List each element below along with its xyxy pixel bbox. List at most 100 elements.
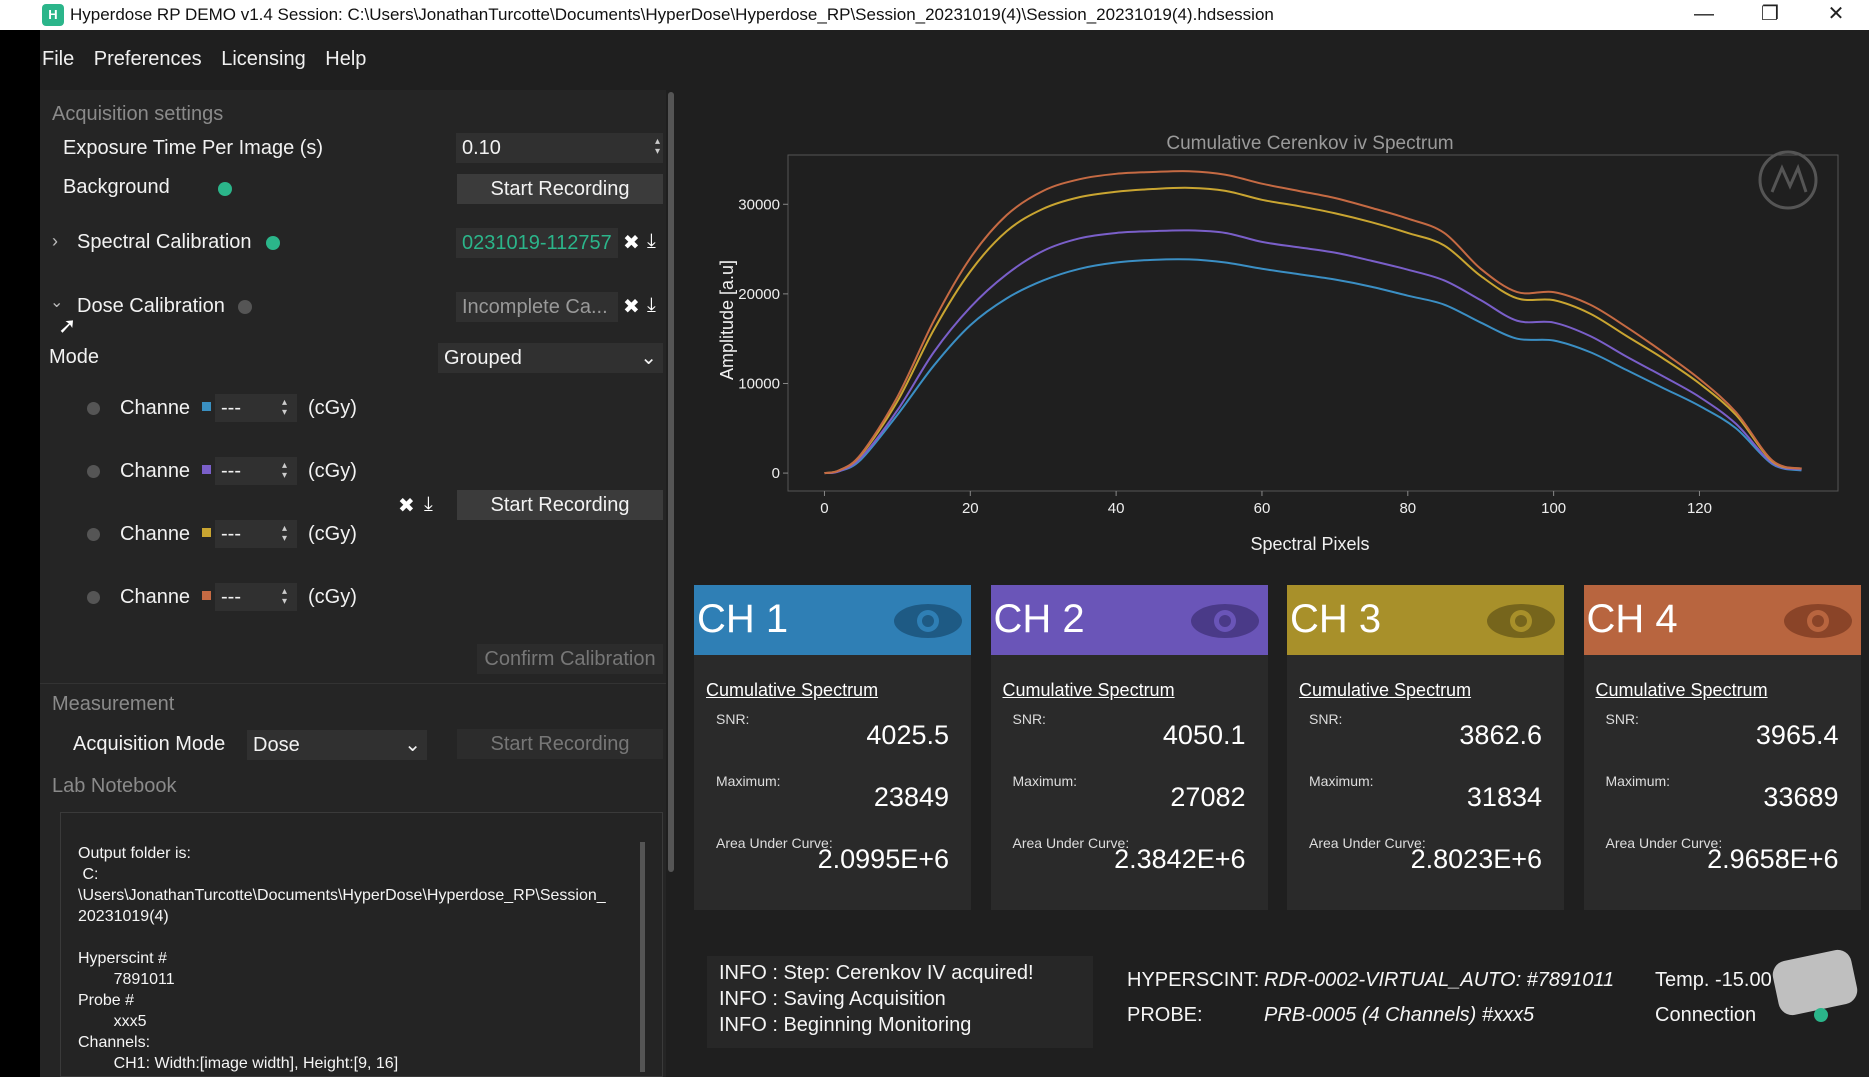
snr-value: 3965.4 <box>1755 720 1839 750</box>
channel-card-header: CH 3 <box>1287 585 1564 655</box>
x-tick-label: 20 <box>962 500 979 517</box>
chevron-down-icon: ⌄ <box>404 734 421 756</box>
x-tick-label: 0 <box>820 500 828 517</box>
spin-arrows-icon[interactable]: ▴ ▾ <box>282 461 287 481</box>
snr-label: SNR: <box>1309 711 1343 727</box>
channel-radio[interactable] <box>87 528 100 541</box>
download-icon[interactable]: ⤓ <box>424 493 433 516</box>
channel-radio[interactable] <box>87 591 100 604</box>
menu-help[interactable]: Help <box>323 44 368 75</box>
channel-radio[interactable] <box>87 465 100 478</box>
download-icon[interactable]: ⤓ <box>647 294 656 317</box>
auc-label: Area Under Curve: <box>1605 835 1723 851</box>
channel-color-swatch <box>202 591 211 600</box>
probe-label: PROBE: <box>1127 1004 1203 1026</box>
hyperscint-label: HYPERSCINT: <box>1127 969 1260 991</box>
dose-calibration-label[interactable]: Dose Calibration <box>77 295 225 318</box>
x-tick-label: 100 <box>1541 500 1566 517</box>
maximum-label: Maximum: <box>1012 773 1078 789</box>
minimize-button[interactable]: — <box>1674 0 1734 30</box>
eye-icon[interactable] <box>1190 603 1260 639</box>
y-tick-label: 20000 <box>738 286 780 303</box>
channel-label: Channe <box>120 460 191 482</box>
auc-value: 2.8023E+6 <box>1410 844 1542 874</box>
clear-icon[interactable]: ✖ <box>623 294 640 319</box>
channel-label: Channe <box>120 523 191 545</box>
x-axis: 0 20 40 60 80 100 120 <box>820 491 1712 517</box>
y-axis-label: Amplitude [a.u] <box>717 260 737 380</box>
app-icon: H <box>42 4 64 26</box>
channel-label: Channe <box>120 586 191 608</box>
acquisition-mode-select[interactable]: Dose ⌄ <box>247 730 427 760</box>
app-logo-icon <box>1758 150 1818 210</box>
dose-file-field[interactable]: Incomplete Ca... <box>456 292 618 322</box>
spectral-status-dot <box>266 236 280 250</box>
channel-name: CH 4 <box>1586 597 1678 641</box>
eye-icon[interactable] <box>1783 603 1853 639</box>
channel-unit: (cGy) <box>308 523 357 545</box>
mouse-cursor-icon: ➚ <box>58 313 77 338</box>
download-icon[interactable]: ⤓ <box>647 230 656 253</box>
window-title: Hyperdose RP DEMO v1.4 Session: C:\Users… <box>70 5 1274 24</box>
restore-button[interactable]: ❐ <box>1740 0 1800 30</box>
notebook-line: 20231019(4) <box>78 908 169 925</box>
confirm-calibration-button[interactable]: Confirm Calibration <box>477 644 663 674</box>
snr-label: SNR: <box>1012 711 1046 727</box>
menu-file[interactable]: File <box>40 44 76 75</box>
plot-frame <box>787 154 1839 492</box>
lab-notebook[interactable]: Output folder is: C: \Users\JonathanTurco… <box>60 812 663 1077</box>
spin-arrows-icon[interactable]: ▴ ▾ <box>655 137 660 157</box>
cumulative-spectrum-link[interactable]: Cumulative Spectrum <box>1003 680 1175 701</box>
cumulative-spectrum-link[interactable]: Cumulative Spectrum <box>1299 680 1471 701</box>
close-button[interactable]: ✕ <box>1806 0 1866 30</box>
spin-arrows-icon[interactable]: ▴ ▾ <box>282 524 287 544</box>
spectral-file-field[interactable]: 0231019-112757 <box>456 228 618 258</box>
spectral-calibration-label[interactable]: Spectral Calibration <box>77 231 252 254</box>
dose-start-recording-button[interactable]: Start Recording <box>457 490 663 520</box>
auc-value: 2.9658E+6 <box>1707 844 1839 874</box>
notebook-line: CH1: Width:[image width], Height:[9, 16] <box>78 1055 399 1072</box>
channel-label: Channe <box>120 397 191 419</box>
maximum-label: Maximum: <box>1605 773 1671 789</box>
snr-label: SNR: <box>1605 711 1639 727</box>
spin-arrows-icon[interactable]: ▴ ▾ <box>282 587 287 607</box>
cumulative-spectrum-link[interactable]: Cumulative Spectrum <box>1596 680 1768 701</box>
chevron-down-icon[interactable]: ⌄ <box>50 292 63 312</box>
series-line-ch4 <box>824 170 1802 475</box>
maximum-value: 33689 <box>1763 782 1839 812</box>
clear-icon[interactable]: ✖ <box>623 230 640 255</box>
channel-color-swatch <box>202 402 211 411</box>
mode-select[interactable]: Grouped ⌄ <box>438 343 663 373</box>
auc-label: Area Under Curve: <box>716 835 833 851</box>
channel-unit: (cGy) <box>308 460 357 482</box>
notebook-line: Probe # <box>78 992 135 1009</box>
cumulative-spectrum-link[interactable]: Cumulative Spectrum <box>706 680 878 701</box>
y-axis: 0 10000 20000 30000 <box>738 196 788 482</box>
menu-preferences[interactable]: Preferences <box>92 44 204 75</box>
channel-card: CH 3 Cumulative Spectrum SNR: 3862.6 Max… <box>1287 585 1564 910</box>
notebook-line: xxx5 <box>78 1013 147 1030</box>
channel-color-swatch <box>202 465 211 474</box>
measurement-start-recording-button[interactable]: Start Recording <box>457 729 663 759</box>
notebook-line: Channels: <box>78 1034 151 1051</box>
lab-notebook-title: Lab Notebook <box>52 775 177 797</box>
notebook-line: \Users\JonathanTurcotte\Documents\HyperD… <box>78 887 606 904</box>
notebook-line: C: <box>78 866 99 883</box>
mode-label: Mode <box>49 346 100 368</box>
spin-arrows-icon[interactable]: ▴ ▾ <box>282 398 287 418</box>
clear-icon[interactable]: ✖ <box>398 493 415 518</box>
background-status-dot <box>218 182 232 196</box>
notebook-scrollbar[interactable] <box>640 842 645 1072</box>
menu-licensing[interactable]: Licensing <box>219 44 308 75</box>
chevron-right-icon[interactable]: › <box>52 231 58 252</box>
eye-icon[interactable] <box>1486 603 1556 639</box>
snr-value: 3862.6 <box>1459 720 1542 750</box>
eye-icon[interactable] <box>893 603 963 639</box>
background-start-recording-button[interactable]: Start Recording <box>457 174 663 204</box>
panel-scrollbar[interactable] <box>668 92 674 872</box>
channel-radio[interactable] <box>87 402 100 415</box>
log-line: INFO : Saving Acquisition <box>719 988 946 1010</box>
channel-card-header: CH 4 <box>1583 585 1861 655</box>
exposure-input[interactable]: 0.10 <box>456 133 663 163</box>
series-line-ch3 <box>824 186 1802 475</box>
